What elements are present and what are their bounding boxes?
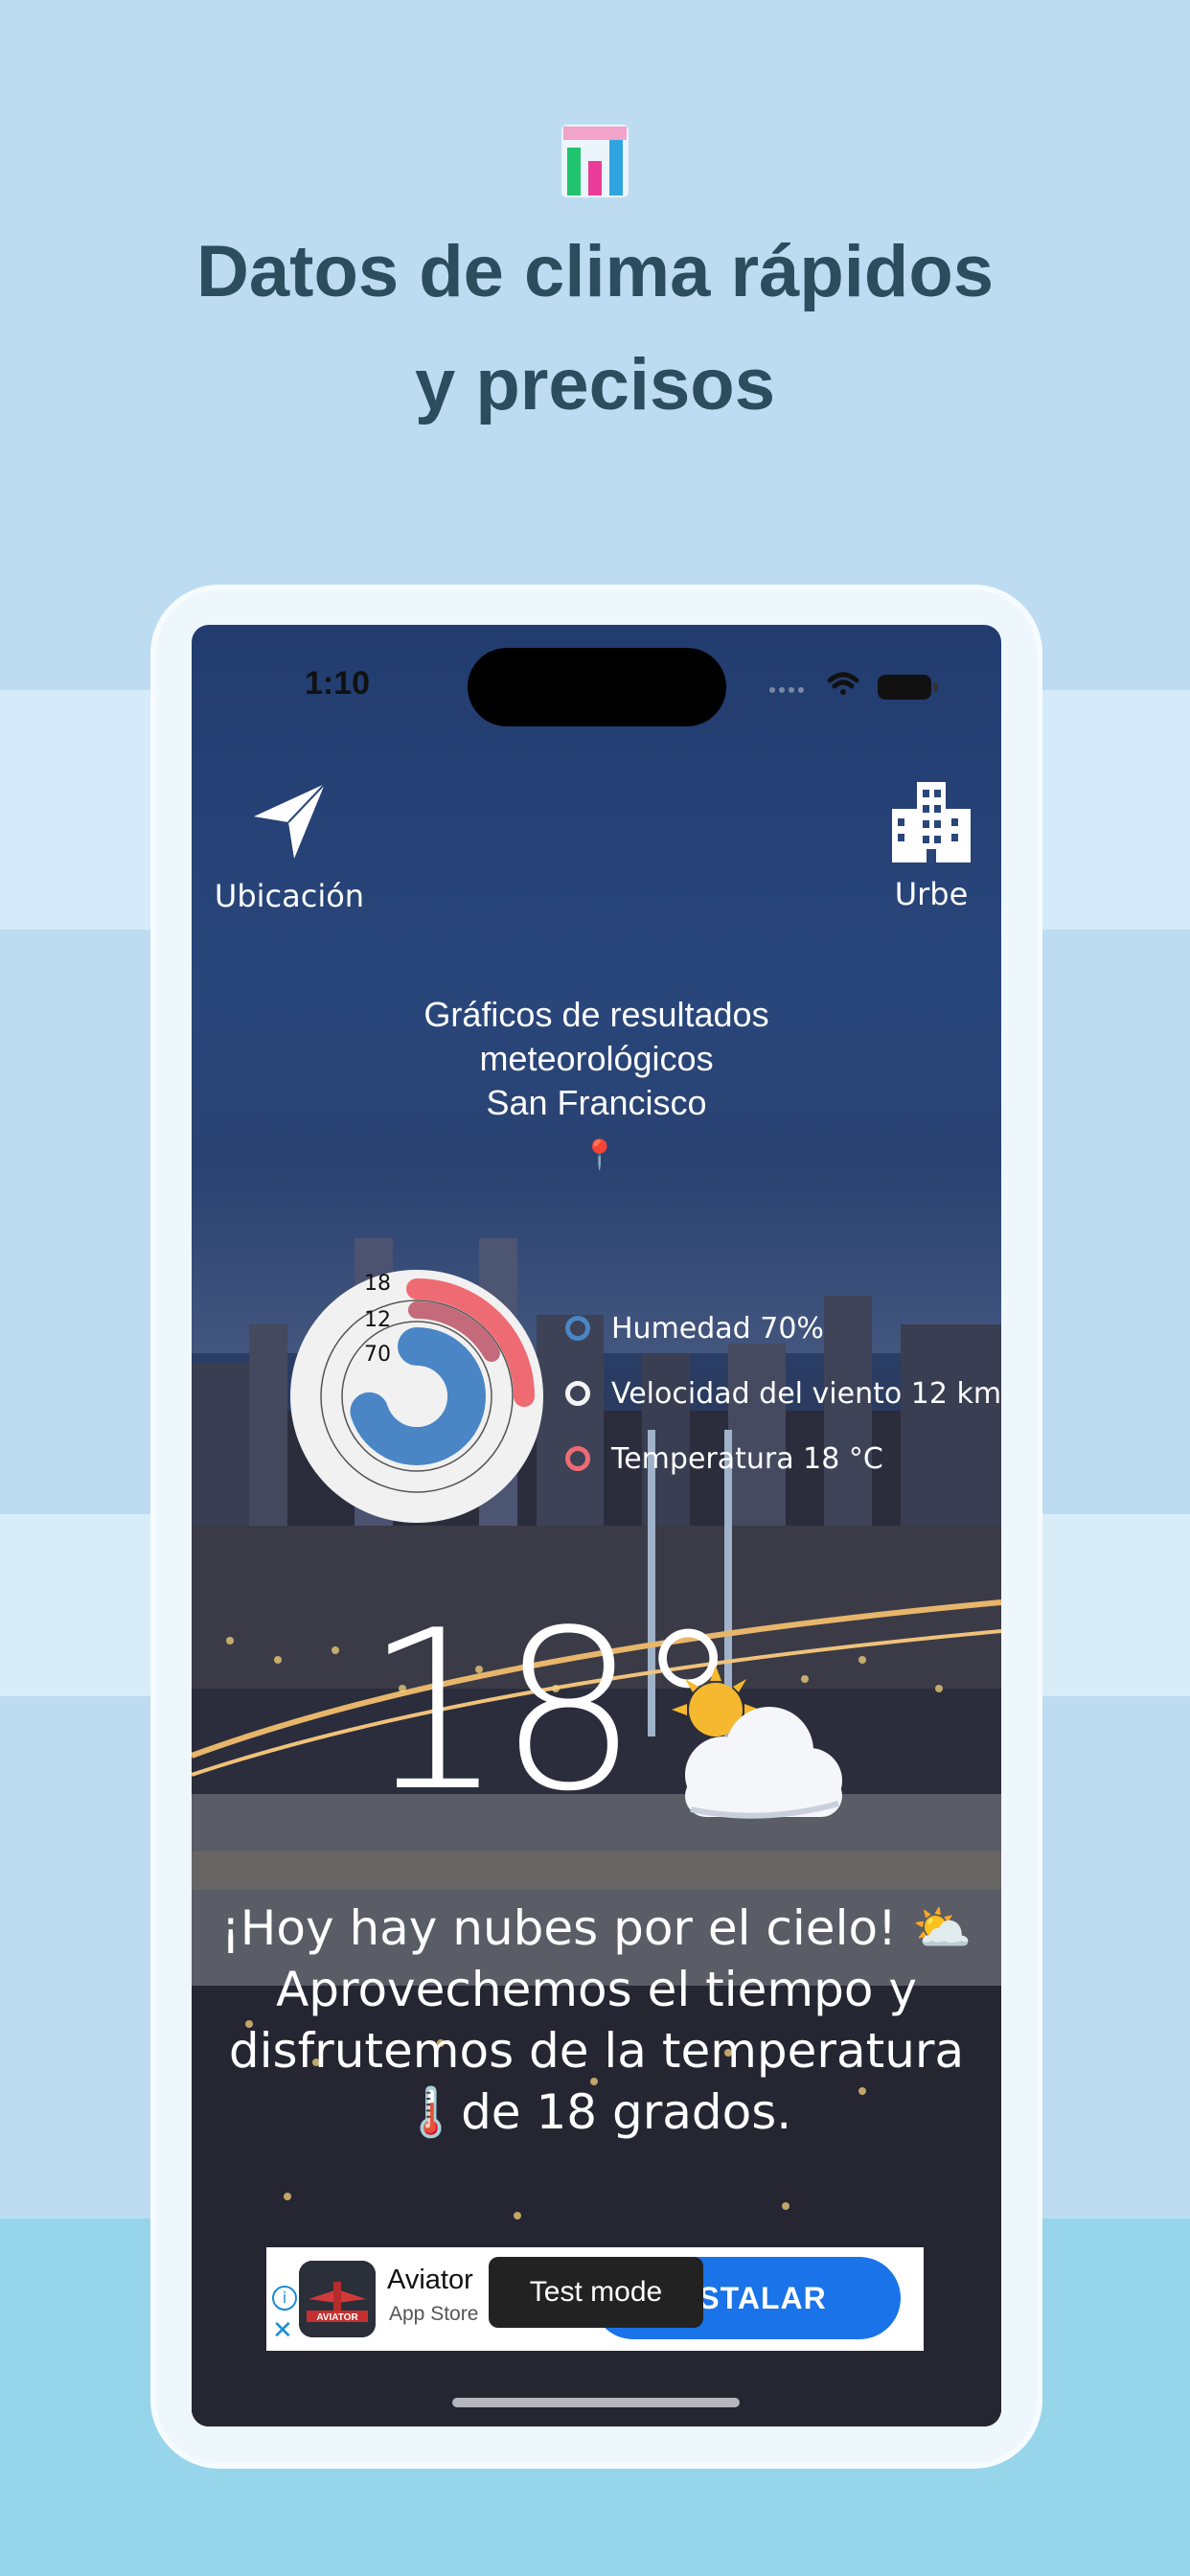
legend-label: Temperatura 18 °C: [611, 1441, 883, 1476]
signal-icon: [769, 687, 804, 693]
weather-message: ¡Hoy hay nubes por el cielo! ⛅ Aproveche…: [192, 1898, 1001, 2143]
message-line: disfrutemos de la temperatura: [228, 2023, 965, 2079]
location-label: Ubicación: [214, 878, 365, 914]
wifi-icon: [827, 672, 859, 695]
ad-app-logo: AVIATOR: [299, 2261, 376, 2337]
dynamic-island: [468, 648, 726, 726]
legend-label: Humedad 70%: [611, 1311, 824, 1346]
navigation-arrow-icon: [254, 783, 326, 859]
status-time: 1:10: [305, 665, 371, 702]
legend-marker: [565, 1316, 590, 1341]
legend-item: Velocidad del viento 12 km: [565, 1361, 1001, 1426]
chart-title: Gráficos de resultados meteorológicos Sa…: [192, 993, 1001, 1125]
city-building-icon: [892, 782, 971, 862]
city-button[interactable]: Urbe: [874, 776, 989, 912]
test-mode-badge: Test mode: [489, 2257, 703, 2328]
message-line: ¡Hoy hay nubes por el cielo! ⛅: [220, 1900, 973, 1956]
ring-label: 70: [364, 1343, 391, 1367]
ad-store-label: App Store: [389, 2303, 479, 2325]
ad-close-icon[interactable]: ✕: [272, 2316, 293, 2345]
chart-title-line: Gráficos de resultados: [423, 995, 769, 1034]
map-pin-icon: 📍: [582, 1138, 618, 1172]
chart-title-line: meteorológicos: [479, 1039, 714, 1078]
legend-marker: [565, 1446, 590, 1471]
app-screen: 1:10 Ubicación Urbe Gráficos de resultad…: [192, 625, 1001, 2426]
bar-chart-icon: [561, 125, 629, 197]
home-indicator: [452, 2398, 740, 2407]
ring-label: 12: [364, 1308, 391, 1332]
battery-icon: [878, 675, 938, 700]
location-button[interactable]: Ubicación: [203, 778, 376, 914]
message-line: Aprovechemos el tiempo y: [276, 1962, 917, 2017]
headline-line: y precisos: [415, 344, 775, 426]
ad-banner[interactable]: i ✕ AVIATOR Aviator App Store INSTALAR T…: [266, 2247, 924, 2351]
chart-center: [386, 1366, 447, 1427]
ring-label: 18: [364, 1272, 391, 1296]
ad-info-icon[interactable]: i: [272, 2286, 297, 2311]
promo-headline: Datos de clima rápidos y precisos: [0, 216, 1190, 442]
chart-legend: Humedad 70% Velocidad del viento 12 km T…: [565, 1296, 1001, 1491]
legend-item: Humedad 70%: [565, 1296, 1001, 1361]
city-label: Urbe: [894, 876, 969, 912]
city-name: San Francisco: [486, 1083, 707, 1122]
legend-label: Velocidad del viento 12 km: [611, 1376, 1001, 1411]
radial-chart: 18 12 70: [290, 1270, 543, 1523]
headline-line: Datos de clima rápidos: [195, 231, 995, 312]
legend-item: Temperatura 18 °C: [565, 1426, 1001, 1491]
legend-marker: [565, 1381, 590, 1406]
message-line: 🌡️de 18 grados.: [400, 2084, 792, 2140]
ad-app-name: Aviator: [387, 2265, 473, 2295]
sun-behind-cloud-icon: [672, 1666, 842, 1819]
ad-logo-text: AVIATOR: [316, 2312, 358, 2323]
status-icons: [769, 672, 938, 700]
